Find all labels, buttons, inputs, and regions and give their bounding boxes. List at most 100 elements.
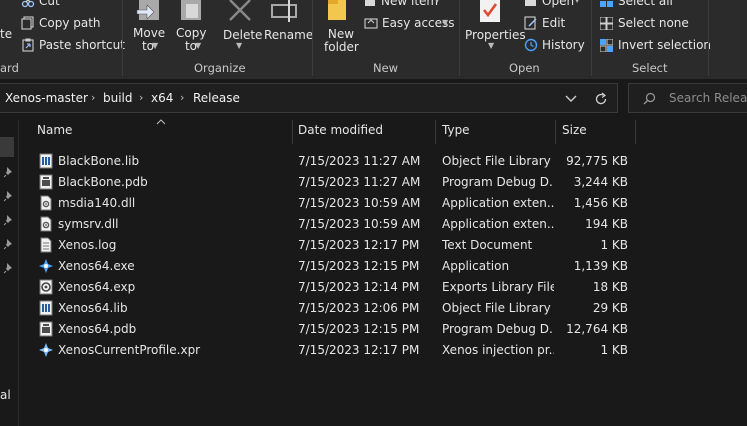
edit-icon: [524, 16, 537, 30]
new-group-label: New: [373, 61, 399, 75]
sort-ascending-icon: [156, 119, 166, 125]
file-date-modified: 7/15/2023 12:14 PM: [298, 280, 420, 294]
column-separator[interactable]: [635, 120, 636, 144]
file-size: 92,775 KB: [566, 154, 628, 168]
nav-item-partial-label[interactable]: al: [0, 388, 11, 402]
search-icon: [643, 92, 656, 105]
file-row[interactable]: Xenos64.exe 7/15/2023 12:15 PM Application…: [36, 256, 636, 277]
file-date-modified: 7/15/2023 12:17 PM: [298, 238, 420, 252]
pin-icon[interactable]: [3, 262, 15, 274]
breadcrumb-chevron-icon[interactable]: ›: [139, 91, 143, 104]
file-name: BlackBone.pdb: [58, 175, 148, 189]
rename-button[interactable]: Rename: [262, 0, 313, 58]
dropdown-arrow-icon: ▼: [574, 0, 580, 4]
easy-access-button[interactable]: Easy access ▼: [364, 15, 455, 33]
cut-button[interactable]: Cut: [20, 0, 90, 10]
navigation-pane: al: [0, 120, 19, 426]
column-header-size[interactable]: Size: [562, 123, 587, 137]
properties-button[interactable]: Properties ▼: [463, 0, 526, 58]
new-folder-button[interactable]: New folder: [320, 0, 360, 58]
column-separator[interactable]: [435, 120, 436, 144]
easy-access-icon: [364, 18, 378, 29]
file-type: Application exten...: [442, 217, 554, 231]
new-item-icon: [365, 0, 375, 6]
file-row[interactable]: Xenos.log 7/15/2023 12:17 PM Text Document…: [36, 235, 636, 256]
select-none-button[interactable]: Select none: [600, 15, 700, 33]
copy-path-button[interactable]: Copy path: [20, 15, 110, 33]
address-bar[interactable]: Xenos-master › build › x64 › Release: [0, 83, 618, 113]
select-all-icon: [600, 1, 613, 7]
pin-icon[interactable]: [3, 238, 15, 250]
copy-to-button[interactable]: Copy to ▼: [172, 0, 208, 58]
history-label: History: [542, 38, 585, 52]
breadcrumb-chevron-icon[interactable]: ›: [180, 91, 184, 104]
column-header-name[interactable]: Name: [37, 123, 72, 137]
open-button[interactable]: Open ▼: [524, 0, 584, 10]
file-size: 1,139 KB: [573, 259, 628, 273]
properties-label: Properties: [465, 28, 526, 42]
breadcrumb-xenos-master[interactable]: Xenos-master: [5, 91, 88, 105]
new-item-button[interactable]: New item ▼: [364, 0, 454, 10]
paste-shortcut-button[interactable]: Paste shortcut: [20, 37, 125, 55]
ribbon-separator: [459, 0, 460, 76]
file-row[interactable]: Xenos64.pdb 7/15/2023 12:15 PM Program Deb…: [36, 319, 636, 340]
paste-button-partial-label[interactable]: te: [0, 27, 12, 41]
dropdown-arrow-icon: ▼: [152, 41, 159, 50]
lib-file-icon: [39, 153, 53, 169]
select-none-icon: [600, 17, 613, 30]
select-all-button[interactable]: Select all: [600, 0, 700, 10]
file-type: Exports Library File: [442, 280, 554, 294]
file-name: Xenos64.exe: [58, 259, 135, 273]
delete-label: Delete: [223, 28, 263, 42]
file-row[interactable]: symsrv.dll 7/15/2023 10:59 AM Application …: [36, 214, 636, 235]
file-row[interactable]: msdia140.dll 7/15/2023 10:59 AM Applicatio…: [36, 193, 636, 214]
pin-icon[interactable]: [3, 214, 15, 226]
file-row[interactable]: XenosCurrentProfile.xpr 7/15/2023 12:17 P…: [36, 340, 636, 361]
file-row[interactable]: Xenos64.exp 7/15/2023 12:14 PM Exports Lib…: [36, 277, 636, 298]
dropdown-arrow-icon: ▼: [195, 41, 202, 50]
refresh-icon[interactable]: [594, 92, 608, 106]
organize-group-label: Organize: [194, 61, 246, 75]
dropdown-arrow-icon: ▼: [434, 0, 440, 4]
file-size: 194 KB: [585, 217, 628, 231]
select-none-label: Select none: [618, 16, 689, 30]
invert-selection-label: Invert selection: [618, 38, 712, 52]
copy-to-icon: [181, 0, 201, 20]
delete-button[interactable]: Delete ▼: [220, 0, 263, 58]
move-to-button[interactable]: Move to ▼: [130, 0, 166, 58]
column-header-type[interactable]: Type: [442, 123, 470, 137]
file-size: 1 KB: [600, 343, 628, 357]
column-separator[interactable]: [292, 120, 293, 144]
breadcrumb-build[interactable]: build: [103, 91, 133, 105]
column-header-date-modified[interactable]: Date modified: [298, 123, 383, 137]
xpr-file-icon: [39, 343, 53, 357]
paste-shortcut-icon: [22, 38, 34, 52]
file-row[interactable]: BlackBone.pdb 7/15/2023 11:27 AM Program D…: [36, 172, 636, 193]
file-row[interactable]: BlackBone.lib 7/15/2023 11:27 AM Object Fi…: [36, 151, 636, 172]
file-row[interactable]: Xenos64.lib 7/15/2023 12:06 PM Object File…: [36, 298, 636, 319]
breadcrumb-x64[interactable]: x64: [151, 91, 173, 105]
file-date-modified: 7/15/2023 12:15 PM: [298, 322, 420, 336]
select-all-label: Select all: [618, 0, 673, 8]
scissors-icon: [21, 0, 35, 8]
file-name: Xenos64.pdb: [58, 322, 137, 336]
new-folder-label: New folder: [324, 27, 359, 54]
invert-selection-button[interactable]: Invert selection: [600, 37, 712, 55]
breadcrumb-release[interactable]: Release: [193, 91, 240, 105]
history-dropdown-chevron-icon[interactable]: [565, 94, 577, 104]
search-placeholder: Search Release: [669, 91, 747, 105]
file-size: 1 KB: [600, 238, 628, 252]
properties-icon: [480, 0, 500, 22]
file-type: Xenos injection pr...: [442, 343, 554, 357]
search-box[interactable]: Search Release: [628, 83, 747, 113]
pin-icon[interactable]: [3, 190, 15, 202]
history-button[interactable]: History: [524, 37, 585, 55]
file-date-modified: 7/15/2023 12:15 PM: [298, 259, 420, 273]
dll-file-icon: [40, 195, 52, 211]
edit-button[interactable]: Edit: [524, 15, 584, 33]
file-size: 1,456 KB: [573, 196, 628, 210]
pin-icon[interactable]: [3, 166, 15, 178]
column-separator[interactable]: [555, 120, 556, 144]
breadcrumb-chevron-icon[interactable]: ›: [91, 91, 95, 104]
selected-nav-item[interactable]: [0, 137, 14, 157]
